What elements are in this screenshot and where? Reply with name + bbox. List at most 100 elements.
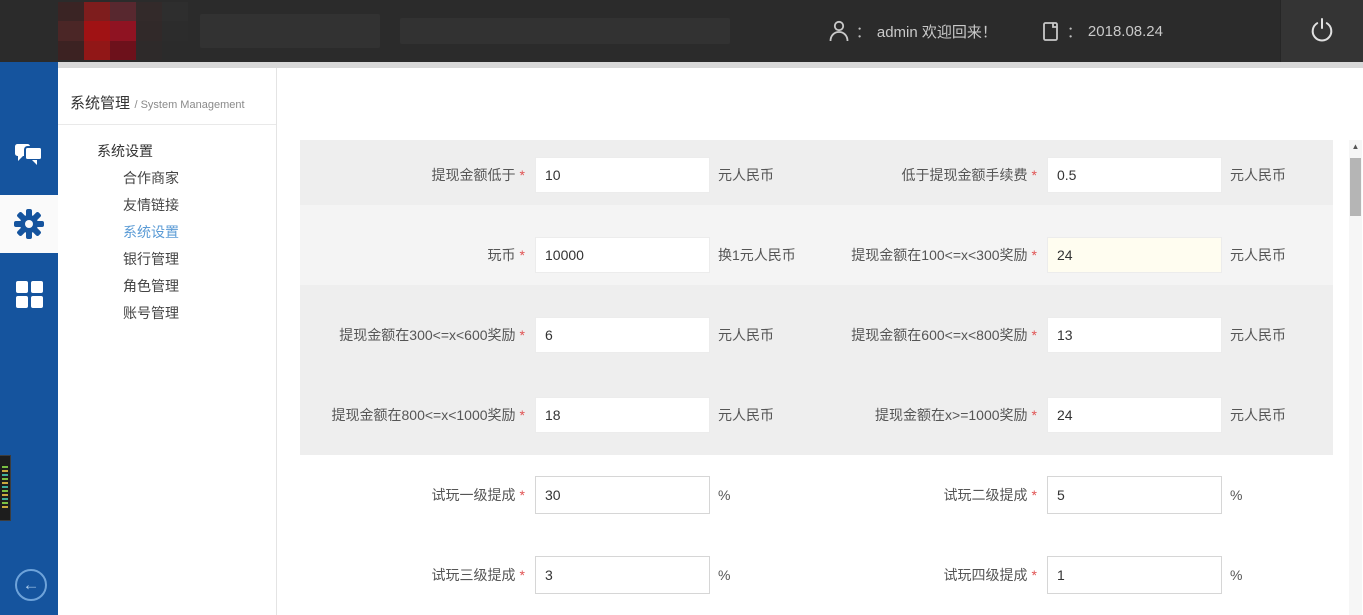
menu-item-bank-management[interactable]: 银行管理: [123, 246, 276, 273]
field-suffix: 元人民币: [1230, 245, 1286, 265]
field-suffix: %: [718, 487, 730, 503]
menu-list: 合作商家 友情链接 系统设置 银行管理 角色管理 账号管理: [58, 165, 276, 327]
field-label: 试玩三级提成*: [300, 565, 535, 585]
required-marker: *: [520, 247, 525, 263]
form-row: 玩币* 换1元人民币 提现金额在100<=x<300奖励* 元人民币: [300, 237, 1333, 273]
date-status: ： 2018.08.24: [1041, 19, 1163, 43]
field-label: 提现金额低于*: [300, 165, 535, 185]
field-label: 试玩二级提成*: [812, 485, 1047, 505]
form-field: 提现金额在300<=x<600奖励* 元人民币: [300, 317, 812, 353]
form-row: 提现金额低于* 元人民币 低于提现金额手续费* 元人民币: [300, 157, 1333, 193]
reward-800-1000-input[interactable]: [535, 397, 710, 433]
rail-item-settings[interactable]: [0, 195, 58, 253]
grid-icon: [13, 278, 45, 310]
required-marker: *: [1032, 567, 1037, 583]
user-separator: ：: [856, 21, 871, 42]
required-marker: *: [520, 407, 525, 423]
field-label: 提现金额在300<=x<600奖励*: [300, 325, 535, 345]
sidebar-title-en: / System Management: [134, 99, 244, 111]
field-label: 低于提现金额手续费*: [812, 165, 1047, 185]
gear-icon: [12, 207, 46, 241]
menu-item-partners[interactable]: 合作商家: [123, 165, 276, 192]
menu-item-role-management[interactable]: 角色管理: [123, 273, 276, 300]
field-suffix: 元人民币: [1230, 325, 1286, 345]
field-suffix: 元人民币: [718, 165, 774, 185]
required-marker: *: [1032, 327, 1037, 343]
sidebar-header: 系统管理 / System Management: [58, 68, 276, 125]
required-marker: *: [1032, 407, 1037, 423]
form-field: 提现金额在100<=x<300奖励* 元人民币: [812, 237, 1333, 273]
trial-level4-commission-input[interactable]: [1047, 556, 1222, 594]
user-status: ： admin 欢迎回来！: [828, 19, 997, 43]
calendar-icon: [1041, 19, 1061, 43]
form-field: 试玩二级提成* %: [812, 477, 1333, 513]
form-row: 试玩一级提成* % 试玩二级提成* %: [300, 477, 1333, 513]
field-suffix: 元人民币: [718, 405, 774, 425]
field-label: 试玩四级提成*: [812, 565, 1047, 585]
top-bar: ： admin 欢迎回来！ ： 2018.08.24: [0, 0, 1363, 62]
menu-item-account-management[interactable]: 账号管理: [123, 300, 276, 327]
user-icon: [828, 19, 850, 43]
required-marker: *: [1032, 247, 1037, 263]
field-suffix: %: [718, 567, 730, 583]
required-marker: *: [520, 487, 525, 503]
date-text: 2018.08.24: [1088, 23, 1163, 40]
reward-300-600-input[interactable]: [535, 317, 710, 353]
menu-item-system-settings[interactable]: 系统设置: [123, 219, 276, 246]
logout-button[interactable]: [1280, 0, 1363, 62]
topbar-status: ： admin 欢迎回来！ ： 2018.08.24: [784, 0, 1163, 62]
coin-rate-input[interactable]: [535, 237, 710, 273]
reward-ge-1000-input[interactable]: [1047, 397, 1222, 433]
required-marker: *: [1032, 167, 1037, 183]
reward-100-300-input[interactable]: [1047, 237, 1222, 273]
collapse-sidebar-button[interactable]: ←: [15, 569, 47, 601]
field-suffix: 换1元人民币: [718, 245, 796, 265]
field-label: 提现金额在800<=x<1000奖励*: [300, 405, 535, 425]
reward-600-800-input[interactable]: [1047, 317, 1222, 353]
vertical-scrollbar: ▲: [1349, 140, 1362, 615]
trial-level3-commission-input[interactable]: [535, 556, 710, 594]
welcome-text: admin 欢迎回来！: [877, 21, 997, 42]
rail-item-messages[interactable]: [0, 125, 58, 183]
menu-parent-system-settings[interactable]: 系统设置: [97, 138, 276, 165]
power-icon: [1307, 15, 1337, 47]
required-marker: *: [520, 167, 525, 183]
taskbar-thumbnail: [0, 455, 11, 521]
form-row: 试玩三级提成* % 试玩四级提成* %: [300, 557, 1333, 593]
form-field: 提现金额低于* 元人民币: [300, 157, 812, 193]
form-field: 提现金额在x>=1000奖励* 元人民币: [812, 397, 1333, 433]
form-field: 提现金额在600<=x<800奖励* 元人民币: [812, 317, 1333, 353]
field-suffix: %: [1230, 487, 1242, 503]
blurred-text-block: [200, 14, 380, 48]
below-withdraw-fee-input[interactable]: [1047, 157, 1222, 193]
form-field: 提现金额在800<=x<1000奖励* 元人民币: [300, 397, 812, 433]
admin-app: ： admin 欢迎回来！ ： 2018.08.24: [0, 0, 1363, 615]
form-field: 试玩三级提成* %: [300, 557, 812, 593]
field-suffix: 元人民币: [1230, 165, 1286, 185]
scrollbar-thumb[interactable]: [1350, 158, 1361, 216]
field-suffix: 元人民币: [718, 325, 774, 345]
form-field: 玩币* 换1元人民币: [300, 237, 812, 273]
form-row: 提现金额在300<=x<600奖励* 元人民币 提现金额在600<=x<800奖…: [300, 317, 1333, 353]
withdraw-min-input[interactable]: [535, 157, 710, 193]
form-row: 提现金额在800<=x<1000奖励* 元人民币 提现金额在x>=1000奖励*…: [300, 397, 1333, 433]
field-label: 玩币*: [300, 245, 535, 265]
form-field: 试玩一级提成* %: [300, 477, 812, 513]
sidebar-title-zh: 系统管理: [70, 95, 130, 112]
trial-level1-commission-input[interactable]: [535, 476, 710, 514]
required-marker: *: [1032, 487, 1037, 503]
icon-rail: ←: [0, 62, 58, 615]
trial-level2-commission-input[interactable]: [1047, 476, 1222, 514]
field-label: 提现金额在100<=x<300奖励*: [812, 245, 1047, 265]
field-label: 提现金额在600<=x<800奖励*: [812, 325, 1047, 345]
date-separator: ：: [1067, 21, 1082, 42]
scrollbar-up-arrow[interactable]: ▲: [1349, 140, 1362, 154]
field-label: 试玩一级提成*: [300, 485, 535, 505]
field-suffix: %: [1230, 567, 1242, 583]
rail-item-apps[interactable]: [0, 265, 58, 323]
menu-item-friend-links[interactable]: 友情链接: [123, 192, 276, 219]
required-marker: *: [520, 567, 525, 583]
blurred-text-block: [400, 18, 730, 44]
site-logo: [58, 2, 188, 60]
required-marker: *: [520, 327, 525, 343]
